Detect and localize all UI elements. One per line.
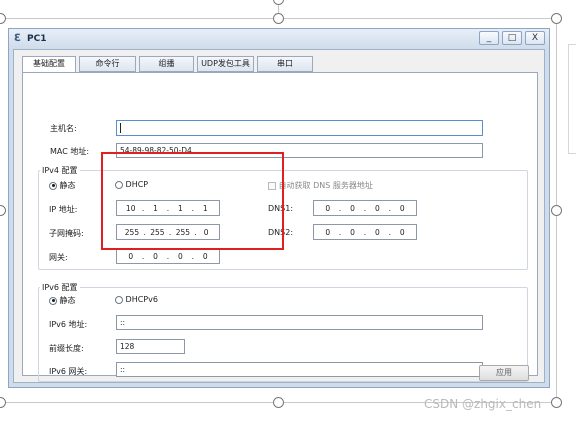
tab-udp-tool[interactable]: UDP发包工具 [197, 56, 254, 72]
hostname-input[interactable] [116, 120, 483, 136]
highlight-box [101, 152, 284, 250]
ipv4-address-label: IP 地址: [49, 205, 78, 214]
watermark: CSDN @zhgix_chen [424, 397, 542, 411]
hostname-label: 主机名: [50, 124, 77, 133]
ipv4-static-radio[interactable] [49, 181, 57, 190]
ipv6-gateway-field[interactable]: :: [116, 362, 483, 377]
prefix-length-field[interactable]: 128 [116, 339, 185, 354]
prefix-length-label: 前缀长度: [49, 344, 84, 353]
dns1-octet: 0 [399, 203, 405, 213]
ip-dot: . [191, 251, 194, 261]
tab-serial[interactable]: 串口 [257, 56, 313, 72]
gateway-octet: 0 [202, 251, 208, 261]
dns2-octet: 0 [399, 227, 405, 237]
tab-multicast[interactable]: 组播 [139, 56, 194, 72]
ipv4-static-option[interactable]: 静态 [49, 180, 76, 191]
resize-handle-top-left[interactable] [0, 13, 6, 24]
resize-handle-bottom-left[interactable] [0, 397, 6, 408]
tab-command-line[interactable]: 命令行 [79, 56, 136, 72]
ipv6-gateway-label: IPv6 网关: [49, 367, 88, 376]
gateway-octet: 0 [178, 251, 183, 261]
ipv6-static-option[interactable]: 静态 [49, 295, 76, 306]
side-toolbar [568, 44, 576, 154]
ipv6-address-label: IPv6 地址: [49, 320, 88, 329]
ip-dot: . [388, 203, 391, 213]
minimize-button[interactable]: _ [479, 31, 499, 45]
gateway-label: 网关: [49, 253, 68, 262]
ipv6-address-field[interactable]: :: [116, 315, 483, 330]
ipv6-dhcpv6-radio[interactable] [115, 295, 123, 304]
ipv6-dhcpv6-option[interactable]: DHCPv6 [115, 295, 158, 304]
dns2-octet: 0 [375, 227, 380, 237]
auto-dns-label: 自动获取 DNS 服务器地址 [278, 181, 373, 190]
maximize-button[interactable]: □ [502, 31, 522, 45]
ip-dot: . [388, 227, 391, 237]
text-caret [120, 123, 121, 133]
ip-dot: . [141, 251, 145, 261]
dns2-octet: 0 [325, 227, 331, 237]
dns1-octet: 0 [350, 203, 355, 213]
mac-label: MAC 地址: [50, 147, 90, 156]
ipv6-static-radio[interactable] [49, 296, 57, 305]
ip-dot: . [166, 251, 170, 261]
tab-basic-config[interactable]: 基础配置 [22, 56, 76, 73]
ipv6-dhcpv6-label: DHCPv6 [125, 295, 158, 304]
ipv6-static-label: 静态 [59, 296, 76, 305]
resize-handle-bottom-right[interactable] [551, 397, 562, 408]
title-bar[interactable]: ℇ PC1 _ □ X [9, 29, 549, 49]
app-icon: ℇ [14, 33, 21, 44]
ipv6-group-title: IPv6 配置 [40, 282, 80, 293]
window-title: PC1 [27, 34, 47, 44]
apply-button[interactable]: 应用 [479, 365, 529, 381]
dns2-octet: 0 [350, 227, 355, 237]
resize-handle-middle-left[interactable] [0, 205, 6, 216]
gateway-octet: 0 [153, 251, 158, 261]
resize-handle-middle-right[interactable] [551, 205, 562, 216]
subnet-mask-label: 子网掩码: [49, 229, 84, 238]
ipv4-static-label: 静态 [59, 181, 76, 190]
close-button[interactable]: X [525, 31, 545, 45]
resize-handle-top-center[interactable] [273, 13, 284, 24]
ip-dot: . [363, 227, 367, 237]
dns1-octet: 0 [325, 203, 331, 213]
dns1-octet: 0 [375, 203, 380, 213]
resize-handle-top-right[interactable] [551, 13, 562, 24]
rotate-handle[interactable] [273, 0, 284, 5]
gateway-field[interactable]: 0. 0. 0. 0 [116, 248, 220, 264]
ip-dot: . [338, 203, 342, 213]
dns2-field[interactable]: 0. 0. 0. 0 [313, 224, 417, 240]
ipv4-group-title: IPv4 配置 [40, 165, 80, 176]
dns1-field[interactable]: 0. 0. 0. 0 [313, 200, 417, 216]
ip-dot: . [338, 227, 342, 237]
ip-dot: . [363, 203, 367, 213]
gateway-octet: 0 [128, 251, 134, 261]
resize-handle-bottom-center[interactable] [273, 397, 284, 408]
